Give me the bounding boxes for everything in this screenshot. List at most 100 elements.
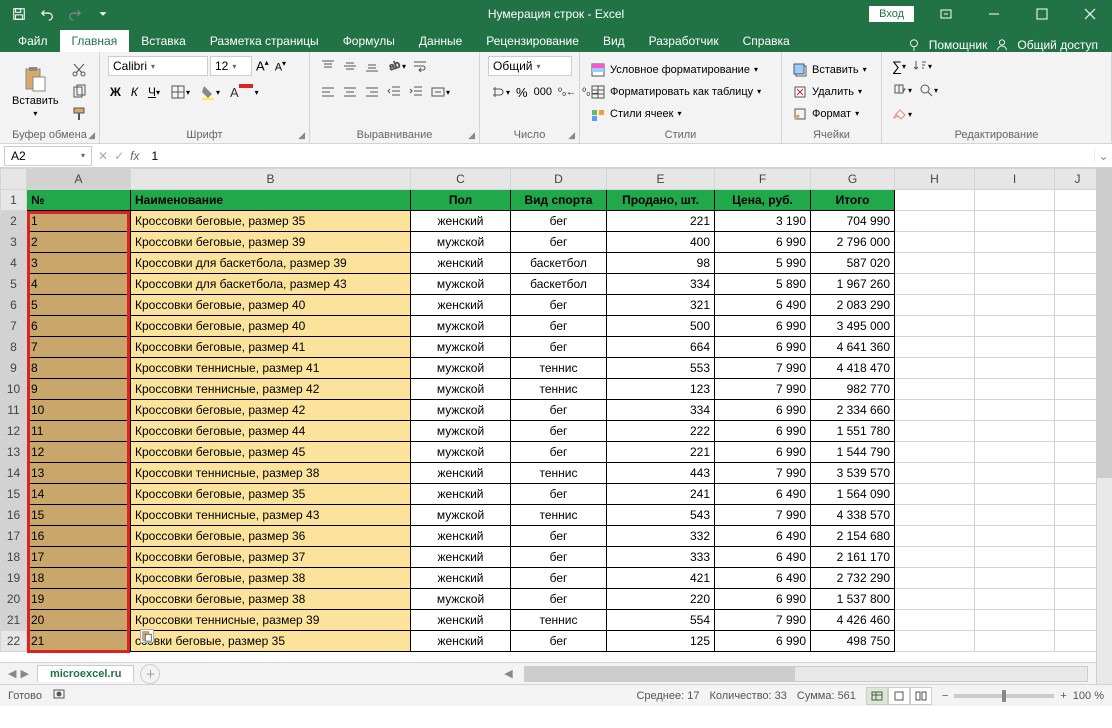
cell[interactable]: мужской: [411, 316, 511, 337]
cell[interactable]: 1 537 800: [811, 589, 895, 610]
cell[interactable]: 554: [607, 610, 715, 631]
cell[interactable]: [1055, 337, 1101, 358]
header-cell[interactable]: Вид спорта: [511, 190, 607, 211]
wrap-text-button[interactable]: [410, 56, 430, 76]
cell[interactable]: 4 418 470: [811, 358, 895, 379]
align-center-button[interactable]: [340, 82, 360, 102]
cell[interactable]: Кроссовки для баскетбола, размер 39: [131, 253, 411, 274]
clear-button[interactable]: ▾: [890, 104, 914, 124]
borders-button[interactable]: ▾: [168, 82, 192, 102]
cell[interactable]: 6 990: [715, 400, 811, 421]
cell[interactable]: [975, 211, 1055, 232]
cell[interactable]: 1 564 090: [811, 484, 895, 505]
cell[interactable]: бег: [511, 442, 607, 463]
hscroll-left[interactable]: ◀: [500, 667, 516, 680]
cell[interactable]: [1055, 547, 1101, 568]
cell[interactable]: [1055, 253, 1101, 274]
cell[interactable]: бег: [511, 484, 607, 505]
paste-options-icon[interactable]: [140, 629, 154, 643]
row-header-22[interactable]: 22: [1, 631, 27, 652]
cell[interactable]: женский: [411, 547, 511, 568]
cell[interactable]: Кроссовки теннисные, размер 41: [131, 358, 411, 379]
cell[interactable]: 7 990: [715, 379, 811, 400]
cut-button[interactable]: [69, 60, 89, 80]
cell[interactable]: 11: [27, 421, 131, 442]
cell[interactable]: 2 732 290: [811, 568, 895, 589]
cell[interactable]: [895, 337, 975, 358]
tab-home[interactable]: Главная: [60, 30, 130, 52]
vertical-scrollbar[interactable]: [1096, 168, 1112, 684]
cell[interactable]: 6 990: [715, 442, 811, 463]
cell[interactable]: Кроссовки беговые, размер 45: [131, 442, 411, 463]
cell[interactable]: мужской: [411, 358, 511, 379]
cell[interactable]: [1055, 274, 1101, 295]
cell[interactable]: баскетбол: [511, 274, 607, 295]
expand-fbar-button[interactable]: ⌄: [1094, 149, 1112, 163]
cell[interactable]: [1055, 589, 1101, 610]
enter-formula-button[interactable]: ✓: [114, 149, 124, 163]
tab-file[interactable]: Файл: [6, 30, 60, 52]
cell[interactable]: [975, 547, 1055, 568]
cell[interactable]: Кроссовки беговые, размер 39: [131, 232, 411, 253]
sheet-nav-prev[interactable]: ◀: [8, 667, 16, 680]
cell[interactable]: бег: [511, 400, 607, 421]
cell[interactable]: 19: [27, 589, 131, 610]
row-header-4[interactable]: 4: [1, 253, 27, 274]
cell[interactable]: 18: [27, 568, 131, 589]
cell[interactable]: 4 338 570: [811, 505, 895, 526]
cell[interactable]: [895, 232, 975, 253]
cell[interactable]: [975, 316, 1055, 337]
zoom-in-button[interactable]: +: [1060, 690, 1066, 702]
tellme[interactable]: Помощник: [929, 38, 988, 52]
font-size-combo[interactable]: 12▾: [210, 56, 252, 76]
cell[interactable]: 400: [607, 232, 715, 253]
cell[interactable]: 334: [607, 400, 715, 421]
find-select-button[interactable]: ▾: [916, 80, 940, 100]
cell[interactable]: [895, 589, 975, 610]
cell[interactable]: женский: [411, 253, 511, 274]
cell[interactable]: [895, 484, 975, 505]
cell[interactable]: [895, 568, 975, 589]
cell[interactable]: бег: [511, 526, 607, 547]
col-header-J[interactable]: J: [1055, 169, 1101, 190]
row-header-18[interactable]: 18: [1, 547, 27, 568]
row-header-2[interactable]: 2: [1, 211, 27, 232]
cell[interactable]: [1055, 442, 1101, 463]
cell[interactable]: [975, 526, 1055, 547]
cell[interactable]: [895, 400, 975, 421]
cell[interactable]: 982 770: [811, 379, 895, 400]
cell[interactable]: женский: [411, 211, 511, 232]
cell[interactable]: 222: [607, 421, 715, 442]
cell[interactable]: Кроссовки теннисные, размер 39: [131, 610, 411, 631]
cell[interactable]: 332: [607, 526, 715, 547]
cell[interactable]: ссовки беговые, размер 35: [131, 631, 411, 652]
delete-cells-button[interactable]: Удалить▾: [790, 82, 864, 102]
cell[interactable]: 2: [27, 232, 131, 253]
row-header-7[interactable]: 7: [1, 316, 27, 337]
cell[interactable]: 4: [27, 274, 131, 295]
row-header-19[interactable]: 19: [1, 568, 27, 589]
cell[interactable]: бег: [511, 295, 607, 316]
cell[interactable]: мужской: [411, 337, 511, 358]
zoom-level[interactable]: 100 %: [1073, 690, 1104, 702]
sheet-tab[interactable]: microexcel.ru: [37, 665, 135, 682]
cell[interactable]: [1055, 484, 1101, 505]
number-format-combo[interactable]: Общий▾: [488, 56, 572, 76]
zoom-slider[interactable]: [954, 694, 1054, 698]
cell[interactable]: бег: [511, 232, 607, 253]
cell[interactable]: 1 544 790: [811, 442, 895, 463]
font-launcher[interactable]: ◢: [298, 130, 305, 141]
cell[interactable]: [895, 610, 975, 631]
cell[interactable]: Кроссовки беговые, размер 44: [131, 421, 411, 442]
cell[interactable]: 21: [27, 631, 131, 652]
cell[interactable]: 6 990: [715, 421, 811, 442]
cell[interactable]: 9: [27, 379, 131, 400]
cell[interactable]: 6 990: [715, 316, 811, 337]
cell[interactable]: 3: [27, 253, 131, 274]
font-color-button[interactable]: A▾: [228, 82, 261, 102]
cell[interactable]: 125: [607, 631, 715, 652]
cell[interactable]: 221: [607, 211, 715, 232]
cell[interactable]: 123: [607, 379, 715, 400]
cell[interactable]: Кроссовки беговые, размер 38: [131, 568, 411, 589]
cell[interactable]: женский: [411, 568, 511, 589]
